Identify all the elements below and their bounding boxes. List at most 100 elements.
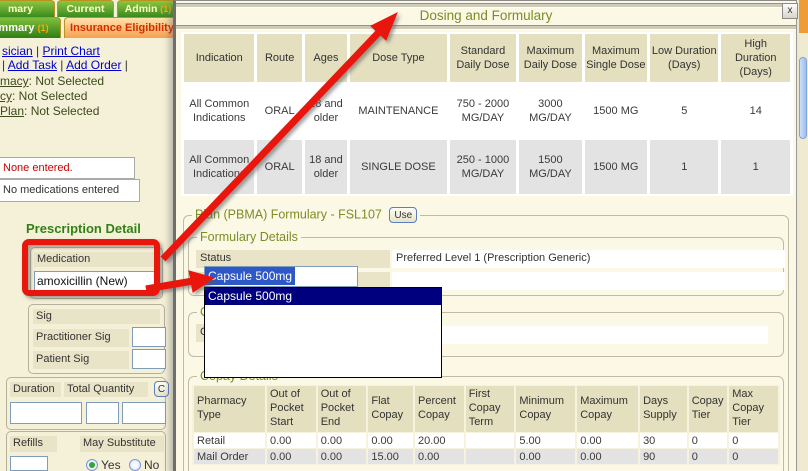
- refills-input[interactable]: [10, 456, 48, 471]
- column-header: Indication: [184, 34, 254, 82]
- may-substitute-label: May Substitute: [80, 436, 164, 452]
- patient-sig-input[interactable]: [132, 349, 166, 369]
- dialog-title: Dosing and Formulary: [176, 8, 796, 23]
- policy-link[interactable]: cy: [0, 89, 12, 103]
- table-cell: [466, 449, 515, 464]
- table-cell: 0.00: [267, 433, 316, 448]
- table-cell: 3000 MG/DAY: [519, 84, 581, 138]
- table-cell: [466, 433, 515, 448]
- table-cell: ORAL: [257, 84, 301, 138]
- tab-insurance-eligibility[interactable]: Insurance Eligibility: [64, 17, 180, 38]
- plan-selection: Plan: Not Selected: [0, 104, 99, 118]
- column-header: Out of Pocket End: [318, 386, 367, 432]
- table-cell: 750 - 2000 MG/DAY: [450, 84, 516, 138]
- substitute-no-radio[interactable]: [129, 459, 141, 471]
- substitute-no-label: No: [144, 458, 159, 471]
- column-header: Low Duration (Days): [650, 34, 718, 82]
- column-header: Maximum Copay: [577, 386, 638, 432]
- table-cell: 30: [640, 433, 687, 448]
- duration-input[interactable]: [10, 402, 82, 424]
- plan-formulary-legend-text: Plan (PBMA) Formulary - FSL107: [195, 207, 382, 221]
- column-header: Route: [257, 34, 301, 82]
- separator: |: [2, 58, 5, 72]
- quantity-unit-input[interactable]: [122, 402, 166, 424]
- drug-form-combobox[interactable]: Capsule 500mg: [204, 266, 358, 287]
- formulary-details-legend: Formulary Details: [197, 230, 301, 244]
- table-cell: 0: [729, 433, 778, 448]
- prescription-detail-heading: Prescription Detail: [26, 221, 141, 236]
- page-edge-orange: [799, 0, 808, 33]
- table-cell: All Common Indications: [184, 84, 254, 138]
- table-cell: 0.00: [577, 449, 638, 464]
- table-cell: 250 - 1000 MG/DAY: [450, 140, 516, 194]
- table-row: Retail0.000.000.0020.005.000.003000: [194, 433, 778, 448]
- tab-admin[interactable]: Admin (1): [117, 0, 179, 17]
- table-cell: SINGLE DOSE: [350, 140, 447, 194]
- table-header-row: Pharmacy TypeOut of Pocket StartOut of P…: [194, 386, 778, 432]
- table-cell: 1: [650, 140, 718, 194]
- tab-count-badge: (1): [160, 4, 171, 14]
- close-icon[interactable]: x: [782, 3, 798, 19]
- table-cell: 0.00: [318, 433, 367, 448]
- table-cell: 0.00: [318, 449, 367, 464]
- tab-summary[interactable]: mmary (1): [0, 17, 61, 38]
- substitute-yes-radio[interactable]: [86, 459, 98, 471]
- sig-label: Sig: [33, 309, 160, 324]
- table-cell: 0.00: [577, 433, 638, 448]
- scrollbar-thumb[interactable]: [799, 57, 807, 139]
- use-button[interactable]: Use: [389, 207, 417, 223]
- table-cell: 5: [650, 84, 718, 138]
- patient-sig-label: Patient Sig: [33, 351, 129, 369]
- table-header-row: IndicationRouteAgesDose TypeStandard Dai…: [184, 34, 790, 82]
- selection-value: : Not Selected: [12, 89, 87, 103]
- table-cell: MAINTENANCE: [350, 84, 447, 138]
- substitute-yes-label: Yes: [101, 458, 121, 471]
- tab-current[interactable]: Current: [57, 0, 114, 17]
- dropdown-list-item[interactable]: Capsule 500mg: [205, 288, 441, 305]
- plan-link[interactable]: Plan: [0, 104, 24, 118]
- column-header: Minimum Copay: [516, 386, 575, 432]
- pharmacy-selection: macy: Not Selected: [0, 74, 104, 88]
- formulary-row2-value: [392, 272, 785, 290]
- column-header: First Copay Term: [466, 386, 515, 432]
- tab-count-badge: (1): [38, 23, 49, 33]
- table-row: All Common IndicationsORAL18 and olderSI…: [184, 140, 790, 194]
- total-quantity-label: Total Quantity: [64, 382, 148, 397]
- screen: mary Current Admin (1) mmary (1) Insuran…: [0, 0, 808, 471]
- table-cell: Mail Order: [194, 449, 265, 464]
- column-header: Percent Copay: [415, 386, 464, 432]
- table-cell: 0: [689, 433, 728, 448]
- tab-summary-top[interactable]: mary: [0, 0, 55, 17]
- drug-form-dropdown-list: Capsule 500mg: [204, 287, 442, 378]
- medication-input[interactable]: [34, 271, 155, 291]
- title-divider-bottom: [176, 25, 796, 30]
- no-medications-message: No medications entered: [0, 179, 140, 202]
- print-chart-link[interactable]: Print Chart: [43, 44, 100, 58]
- column-header: Maximum Daily Dose: [519, 34, 581, 82]
- tab-label: mmary: [0, 22, 35, 34]
- table-cell: All Common Indications: [184, 140, 254, 194]
- coverage-value: [392, 326, 768, 344]
- tab-label: Current: [67, 3, 105, 15]
- table-cell: 0.00: [267, 449, 316, 464]
- dosing-table: IndicationRouteAgesDose TypeStandard Dai…: [181, 32, 793, 196]
- table-cell: 1500 MG: [585, 84, 647, 138]
- policy-selection: cy: Not Selected: [0, 89, 87, 103]
- column-header: Max Copay Tier: [729, 386, 778, 432]
- column-header: Maximum Single Dose: [585, 34, 647, 82]
- quantity-calc-button[interactable]: C: [154, 381, 169, 397]
- separator: |: [60, 58, 63, 72]
- physician-link[interactable]: sician: [2, 44, 33, 58]
- table-cell: ORAL: [257, 140, 301, 194]
- dosing-and-formulary-dialog: Dosing and Formulary x IndicationRouteAg…: [173, 0, 797, 471]
- total-quantity-input[interactable]: [86, 402, 119, 424]
- table-cell: 0: [689, 449, 728, 464]
- tab-label: mary: [8, 3, 33, 15]
- add-order-link[interactable]: Add Order: [66, 58, 121, 72]
- practitioner-sig-input[interactable]: [132, 327, 166, 347]
- pharmacy-link[interactable]: macy: [0, 74, 29, 88]
- table-cell: 14: [721, 84, 790, 138]
- add-task-link[interactable]: Add Task: [8, 58, 57, 72]
- status-value: Preferred Level 1 (Prescription Generic): [392, 250, 785, 268]
- table-cell: 18 and older: [305, 84, 347, 138]
